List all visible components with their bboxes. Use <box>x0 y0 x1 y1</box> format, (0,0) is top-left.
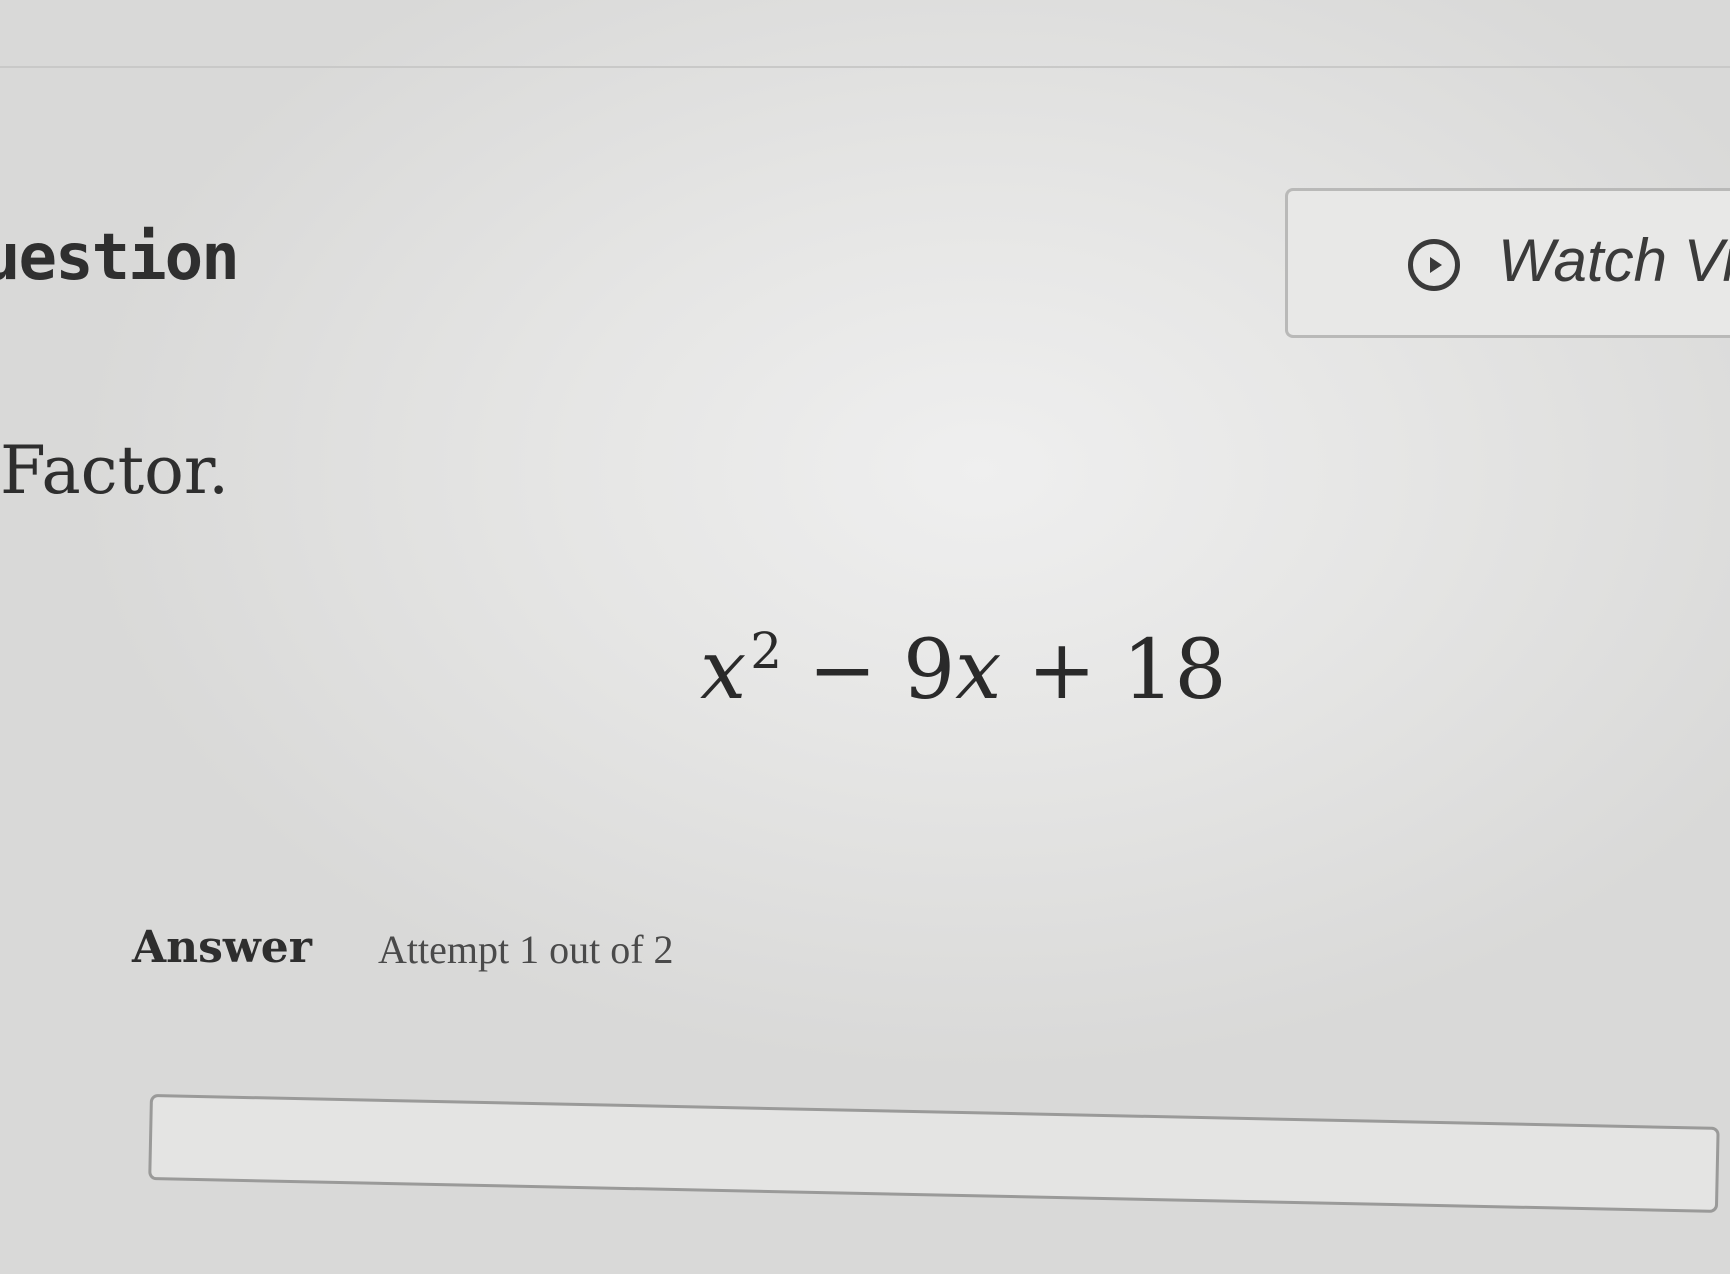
expression-minus: − <box>808 623 877 718</box>
expression-variable: x <box>700 623 747 718</box>
expression-plus: + <box>1027 623 1097 718</box>
answer-label: Answer <box>132 922 312 973</box>
expression-coefficient: 9 <box>902 623 956 718</box>
expression-linear-variable: x <box>955 623 1002 718</box>
attempt-counter: Attempt 1 out of 2 <box>378 927 674 972</box>
top-divider <box>0 66 1730 68</box>
watch-video-label: Watch Vi <box>1498 227 1730 294</box>
question-prompt: Factor. <box>0 432 230 509</box>
expression-constant: 18 <box>1122 623 1227 718</box>
answer-input[interactable] <box>148 1094 1720 1213</box>
math-expression: x2 − 9x + 18 <box>700 626 1227 712</box>
question-heading: uestion <box>0 221 240 295</box>
play-circle-icon <box>1408 239 1460 291</box>
expression-exponent: 2 <box>750 622 783 680</box>
question-page: uestion Watch Vi Factor. x2 − 9x + 18 An… <box>0 0 1730 1274</box>
watch-video-button[interactable]: Watch Vi <box>1285 188 1730 338</box>
